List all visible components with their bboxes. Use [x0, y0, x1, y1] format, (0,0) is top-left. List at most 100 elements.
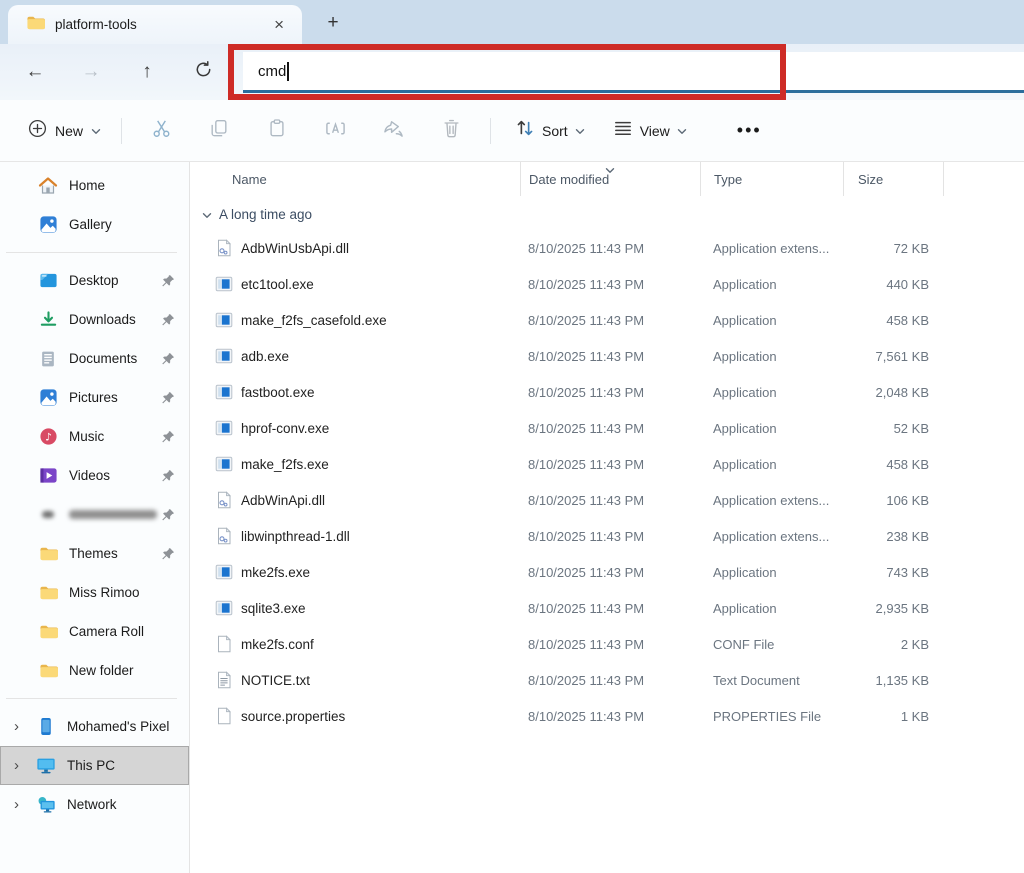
- file-type: Application: [700, 277, 843, 292]
- file-name: AdbWinUsbApi.dll: [190, 239, 520, 257]
- more-options-button[interactable]: •••: [723, 114, 776, 147]
- forward-button[interactable]: →: [68, 54, 114, 90]
- file-row-libwinpthread-1-dll[interactable]: libwinpthread-1.dll8/10/2025 11:43 PMApp…: [190, 518, 1024, 554]
- sidebar-item-new-folder[interactable]: New folder: [0, 651, 189, 690]
- rename-button[interactable]: [306, 112, 364, 150]
- file-row-notice-txt[interactable]: NOTICE.txt8/10/2025 11:43 PMText Documen…: [190, 662, 1024, 698]
- tab-close-icon[interactable]: ×: [266, 15, 292, 35]
- sidebar-item-pictures[interactable]: Pictures: [0, 378, 189, 417]
- exe-file-icon: [215, 347, 233, 365]
- sidebar-item-label: Desktop: [69, 273, 119, 288]
- view-button[interactable]: View: [603, 112, 697, 149]
- file-size: 2 KB: [843, 637, 943, 652]
- column-header-date-modified[interactable]: Date modified: [520, 162, 700, 196]
- sidebar-item-network[interactable]: ›Network: [0, 785, 189, 824]
- column-header-name[interactable]: Name: [190, 162, 520, 196]
- file-name: libwinpthread-1.dll: [190, 527, 520, 545]
- column-header-size[interactable]: Size: [843, 162, 943, 196]
- up-button[interactable]: ↑: [124, 54, 170, 90]
- file-type: Application: [700, 601, 843, 616]
- sidebar-item-label: Camera Roll: [69, 624, 144, 639]
- file-row-etc1tool-exe[interactable]: etc1tool.exe8/10/2025 11:43 PMApplicatio…: [190, 266, 1024, 302]
- back-button[interactable]: ←: [12, 54, 58, 90]
- sidebar-divider: [6, 698, 177, 699]
- pictures-icon: [38, 388, 58, 408]
- file-name: NOTICE.txt: [190, 671, 520, 689]
- file-row-mke2fs-exe[interactable]: mke2fs.exe8/10/2025 11:43 PMApplication7…: [190, 554, 1024, 590]
- sidebar-item-camera-roll[interactable]: Camera Roll: [0, 612, 189, 651]
- file-file-icon: [215, 635, 233, 653]
- new-button[interactable]: New: [18, 112, 111, 150]
- file-size: 72 KB: [843, 241, 943, 256]
- file-row-make-f2fs-casefold-exe[interactable]: make_f2fs_casefold.exe8/10/2025 11:43 PM…: [190, 302, 1024, 338]
- file-row-make-f2fs-exe[interactable]: make_f2fs.exe8/10/2025 11:43 PMApplicati…: [190, 446, 1024, 482]
- sidebar-item-documents[interactable]: Documents: [0, 339, 189, 378]
- sidebar-item-mohamed-s-pixel[interactable]: ›Mohamed's Pixel: [0, 707, 189, 746]
- expand-chevron-icon[interactable]: ›: [14, 796, 36, 813]
- file-row-source-properties[interactable]: source.properties8/10/2025 11:43 PMPROPE…: [190, 698, 1024, 734]
- cut-button[interactable]: [132, 112, 190, 150]
- sidebar-item-redacted[interactable]: [0, 495, 189, 534]
- videos-icon: [38, 466, 58, 486]
- sort-button[interactable]: Sort: [505, 111, 595, 150]
- file-row-fastboot-exe[interactable]: fastboot.exe8/10/2025 11:43 PMApplicatio…: [190, 374, 1024, 410]
- exe-file-icon: [215, 275, 233, 293]
- sidebar-item-videos[interactable]: Videos: [0, 456, 189, 495]
- sidebar-item-music[interactable]: ♪Music: [0, 417, 189, 456]
- expand-chevron-icon[interactable]: ›: [14, 757, 36, 774]
- pin-icon: [161, 430, 175, 444]
- sidebar-item-desktop[interactable]: Desktop: [0, 261, 189, 300]
- dll-file-icon: [215, 239, 233, 257]
- file-date-modified: 8/10/2025 11:43 PM: [520, 565, 700, 580]
- sidebar-item-themes[interactable]: Themes: [0, 534, 189, 573]
- text-cursor: [287, 62, 289, 81]
- file-size: 2,048 KB: [843, 385, 943, 400]
- file-size: 106 KB: [843, 493, 943, 508]
- column-header-type[interactable]: Type: [700, 162, 843, 196]
- file-size: 440 KB: [843, 277, 943, 292]
- pin-icon: [161, 274, 175, 288]
- exe-file-icon: [215, 311, 233, 329]
- file-date-modified: 8/10/2025 11:43 PM: [520, 637, 700, 652]
- pin-icon: [161, 547, 175, 561]
- group-header[interactable]: A long time ago: [190, 198, 1024, 230]
- sidebar-item-downloads[interactable]: Downloads: [0, 300, 189, 339]
- file-date-modified: 8/10/2025 11:43 PM: [520, 673, 700, 688]
- sidebar-item-gallery[interactable]: Gallery: [0, 205, 189, 244]
- navigation-sidebar: HomeGallery Desktop Downloads Documents Pict…: [0, 162, 190, 873]
- file-row-adbwinusbapi-dll[interactable]: AdbWinUsbApi.dll8/10/2025 11:43 PMApplic…: [190, 230, 1024, 266]
- refresh-icon: [194, 60, 213, 85]
- phone-icon: [36, 717, 56, 737]
- file-type: Application extens...: [700, 241, 843, 256]
- file-row-adb-exe[interactable]: adb.exe8/10/2025 11:43 PMApplication7,56…: [190, 338, 1024, 374]
- file-date-modified: 8/10/2025 11:43 PM: [520, 241, 700, 256]
- share-button[interactable]: [364, 112, 422, 150]
- file-type: Application: [700, 313, 843, 328]
- file-row-sqlite3-exe[interactable]: sqlite3.exe8/10/2025 11:43 PMApplication…: [190, 590, 1024, 626]
- file-type: Application: [700, 385, 843, 400]
- file-type: CONF File: [700, 637, 843, 652]
- dll-file-icon: [215, 491, 233, 509]
- file-row-mke2fs-conf[interactable]: mke2fs.conf8/10/2025 11:43 PMCONF File2 …: [190, 626, 1024, 662]
- sidebar-item-label: Documents: [69, 351, 137, 366]
- file-date-modified: 8/10/2025 11:43 PM: [520, 493, 700, 508]
- file-row-adbwinapi-dll[interactable]: AdbWinApi.dll8/10/2025 11:43 PMApplicati…: [190, 482, 1024, 518]
- address-bar-input[interactable]: cmd: [243, 52, 1024, 93]
- exe-file-icon: [215, 599, 233, 617]
- exe-file-icon: [215, 419, 233, 437]
- desktop-icon: [38, 271, 58, 291]
- sidebar-item-home[interactable]: Home: [0, 166, 189, 205]
- file-type: Application: [700, 565, 843, 580]
- paste-button[interactable]: [248, 112, 306, 150]
- refresh-button[interactable]: [180, 54, 226, 90]
- file-row-hprof-conv-exe[interactable]: hprof-conv.exe8/10/2025 11:43 PMApplicat…: [190, 410, 1024, 446]
- paste-icon: [267, 118, 287, 143]
- copy-button[interactable]: [190, 112, 248, 150]
- expand-chevron-icon[interactable]: ›: [14, 718, 36, 735]
- folder-icon: [38, 622, 58, 642]
- new-tab-button[interactable]: +: [318, 8, 348, 38]
- sidebar-item-this-pc[interactable]: ›This PC: [0, 746, 189, 785]
- sidebar-item-miss-rimoo[interactable]: Miss Rimoo: [0, 573, 189, 612]
- tab-platform-tools[interactable]: platform-tools ×: [8, 5, 302, 44]
- delete-button[interactable]: [422, 112, 480, 150]
